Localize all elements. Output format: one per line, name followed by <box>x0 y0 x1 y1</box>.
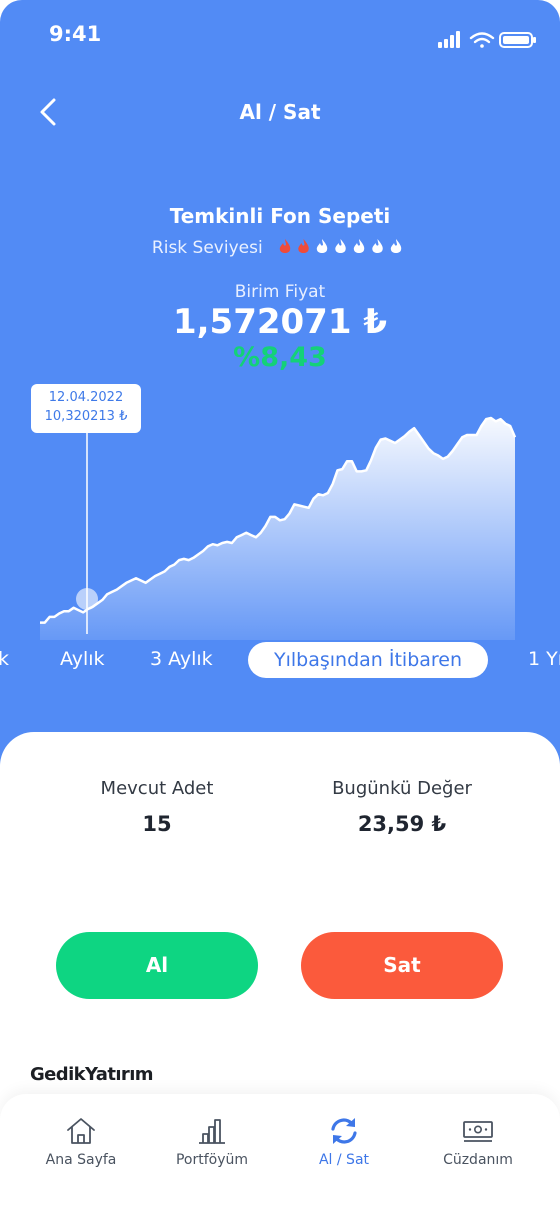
chart-tooltip: 12.04.2022 10,320213 ₺ <box>31 384 141 433</box>
period-tab-partial-left[interactable]: k <box>0 648 9 670</box>
sell-button[interactable]: Sat <box>301 932 503 999</box>
bar-chart-icon <box>199 1119 225 1144</box>
unit-price-label: Birim Fiyat <box>234 282 326 302</box>
period-tab-3-months[interactable]: 3 Aylık <box>150 648 213 670</box>
quantity-label: Mevcut Adet <box>100 778 214 799</box>
risk-flame-icon <box>372 239 383 253</box>
current-value: 23,59 ₺ <box>357 812 447 836</box>
risk-flame-icon <box>390 239 402 253</box>
tooltip-date: 12.04.2022 <box>48 390 124 405</box>
status-time: 9:41 <box>49 22 102 46</box>
signal-icon <box>438 31 460 48</box>
current-value-label: Bugünkü Değer <box>332 778 472 799</box>
risk-flames <box>279 239 402 253</box>
sync-icon <box>331 1118 357 1144</box>
tab-home-label: Ana Sayfa <box>45 1152 117 1168</box>
tab-portfolio[interactable]: Portföyüm <box>142 1114 282 1168</box>
brand-logo: GedikYatırım <box>30 1064 154 1085</box>
risk-flame-icon <box>335 239 346 253</box>
period-tab-ytd[interactable]: Yılbaşından İtibaren <box>248 642 489 678</box>
risk-flame-icon <box>298 239 309 253</box>
tab-home[interactable]: Ana Sayfa <box>11 1114 151 1168</box>
risk-flame-icon <box>316 239 328 253</box>
tooltip-value: 10,320213 ₺ <box>44 409 128 424</box>
buy-button[interactable]: Al <box>56 932 258 999</box>
page-title: Al / Sat <box>239 100 321 124</box>
tab-wallet-label: Cüzdanım <box>443 1152 513 1168</box>
risk-label: Risk Seviyesi <box>151 238 263 258</box>
quantity-value: 15 <box>142 812 172 836</box>
chart-selected-point[interactable] <box>76 588 98 610</box>
period-selector: k Aylık 3 Aylık Yılbaşından İtibaren 1 Y… <box>0 640 560 680</box>
tab-wallet[interactable]: Cüzdanım <box>408 1114 548 1168</box>
chart-area <box>40 418 515 640</box>
price-change-percent: %8,43 <box>233 342 327 373</box>
risk-level: Risk Seviyesi <box>0 238 560 258</box>
status-icons <box>438 31 536 48</box>
unit-price-value: 1,572071 ₺ <box>172 302 387 342</box>
bottom-tab-bar: Ana Sayfa Portföyüm Al / Sat Cüzdanım <box>0 1094 560 1214</box>
risk-flame-icon <box>279 239 291 253</box>
wallet-icon <box>463 1121 493 1142</box>
fund-name: Temkinli Fon Sepeti <box>169 204 391 228</box>
risk-flame-icon <box>353 239 365 253</box>
period-tab-monthly[interactable]: Aylık <box>60 648 105 670</box>
tab-buy-sell-label: Al / Sat <box>318 1152 370 1168</box>
battery-icon <box>499 32 536 48</box>
tab-buy-sell[interactable]: Al / Sat <box>274 1114 414 1168</box>
home-icon <box>67 1118 95 1144</box>
period-tab-partial-right[interactable]: 1 Yı <box>528 648 560 670</box>
wifi-icon <box>469 32 495 48</box>
tab-portfolio-label: Portföyüm <box>175 1152 249 1168</box>
